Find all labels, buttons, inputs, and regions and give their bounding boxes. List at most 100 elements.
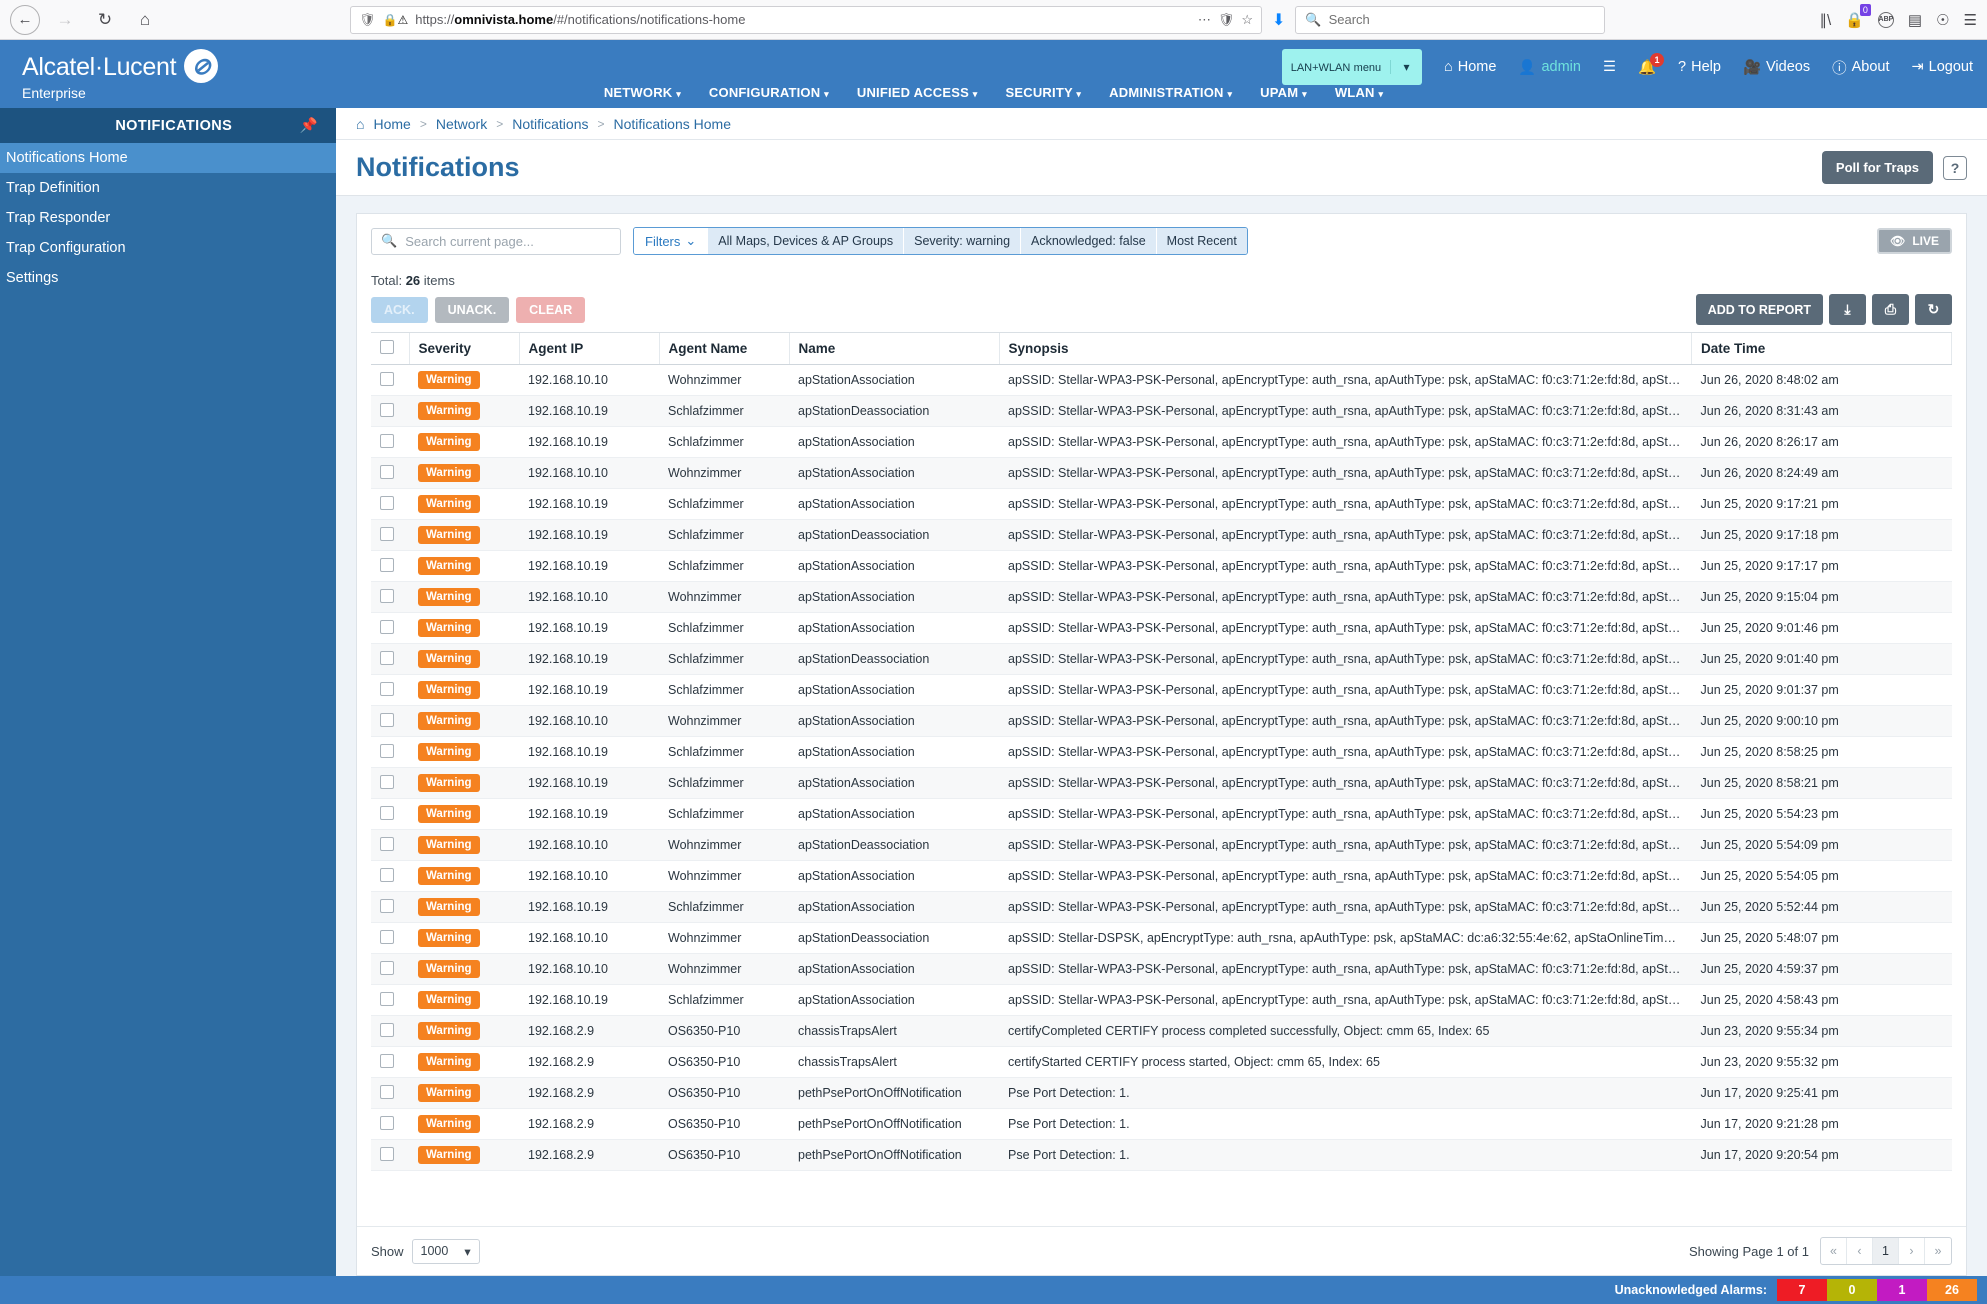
library-icon[interactable]: ∥\ xyxy=(1820,11,1832,29)
filter-chip-acknowledged[interactable]: Acknowledged: false xyxy=(1020,228,1156,254)
breadcrumb-notifications[interactable]: Notifications xyxy=(512,116,588,132)
add-to-report-button[interactable]: ADD TO REPORT xyxy=(1695,294,1823,325)
table-row[interactable]: Warning 192.168.10.10 Wohnzimmer apStationA… xyxy=(371,705,1952,737)
table-row[interactable]: Warning 192.168.2.9 OS6350-P10 pethPsePortO… xyxy=(371,1108,1952,1140)
menu-hamburger-icon[interactable]: ☰ xyxy=(1964,11,1977,29)
column-header-agent-ip[interactable]: Agent IP xyxy=(519,333,660,365)
table-row[interactable]: Warning 192.168.10.19 Schlafzimmer apStatio… xyxy=(371,674,1952,706)
column-header-synopsis[interactable]: Synopsis xyxy=(999,333,1692,365)
url-bar[interactable]: 🛡 🔒⚠ https://omnivista.home/#/notificati… xyxy=(350,5,1262,34)
bookmark-star-icon[interactable]: ☆ xyxy=(1241,12,1253,28)
row-checkbox[interactable] xyxy=(380,1022,394,1037)
table-row[interactable]: Warning 192.168.10.10 Wohnzimmer apStationA… xyxy=(371,581,1952,613)
sidebar-item-settings[interactable]: Settings xyxy=(0,263,336,293)
menu-wlan[interactable]: WLAN ▾ xyxy=(1335,85,1383,100)
row-checkbox[interactable] xyxy=(380,557,394,572)
table-row[interactable]: Warning 192.168.10.19 Schlafzimmer apStatio… xyxy=(371,736,1952,768)
table-row[interactable]: Warning 192.168.10.19 Schlafzimmer apStatio… xyxy=(371,767,1952,799)
table-row[interactable]: Warning 192.168.10.10 Wohnzimmer apStationA… xyxy=(371,457,1952,489)
menu-upam[interactable]: UPAM ▾ xyxy=(1260,85,1307,100)
poll-for-traps-button[interactable]: Poll for Traps xyxy=(1821,151,1933,184)
row-checkbox[interactable] xyxy=(380,650,394,665)
browser-reload-icon[interactable]: ↻ xyxy=(90,5,120,35)
page-next-button[interactable]: › xyxy=(1899,1238,1925,1264)
table-row[interactable]: Warning 192.168.2.9 OS6350-P10 pethPsePortO… xyxy=(371,1139,1952,1171)
filter-chip-severity[interactable]: Severity: warning xyxy=(903,228,1021,254)
page-size-select[interactable]: 1000 ▾ xyxy=(411,1238,480,1264)
column-header-name[interactable]: Name xyxy=(789,333,1000,365)
filters-dropdown[interactable]: Filters ⌄ xyxy=(634,228,708,254)
table-row[interactable]: Warning 192.168.10.19 Schlafzimmer apStatio… xyxy=(371,984,1952,1016)
sidebar-item-trap-definition[interactable]: Trap Definition xyxy=(0,173,336,203)
row-checkbox[interactable] xyxy=(380,433,394,448)
alarm-count-badge[interactable]: 7 xyxy=(1777,1279,1827,1301)
row-checkbox[interactable] xyxy=(380,1053,394,1068)
downloads-extension-icon[interactable]: 🔒 0 xyxy=(1845,3,1871,29)
sidebar-item-trap-responder[interactable]: Trap Responder xyxy=(0,203,336,233)
header-logout-link[interactable]: ⇥ Logout xyxy=(1911,59,1973,75)
table-row[interactable]: Warning 192.168.10.19 Schlafzimmer apStatio… xyxy=(371,891,1952,923)
page-current[interactable]: 1 xyxy=(1873,1238,1899,1264)
row-checkbox[interactable] xyxy=(380,402,394,417)
page-actions-icon[interactable]: ⋯ xyxy=(1198,12,1211,28)
table-row[interactable]: Warning 192.168.10.10 Wohnzimmer apStationD… xyxy=(371,922,1952,954)
table-row[interactable]: Warning 192.168.10.19 Schlafzimmer apStatio… xyxy=(371,612,1952,644)
browser-forward-icon[interactable]: → xyxy=(50,5,80,35)
table-row[interactable]: Warning 192.168.10.10 Wohnzimmer apStationA… xyxy=(371,364,1952,396)
row-checkbox[interactable] xyxy=(380,1115,394,1130)
page-prev-button[interactable]: ‹ xyxy=(1847,1238,1873,1264)
print-icon[interactable]: ⎙ xyxy=(1872,294,1909,325)
row-checkbox[interactable] xyxy=(380,836,394,851)
breadcrumb-network[interactable]: Network xyxy=(436,116,487,132)
column-header-severity[interactable]: Severity xyxy=(409,333,520,365)
alarm-count-badge[interactable]: 0 xyxy=(1827,1279,1877,1301)
row-checkbox[interactable] xyxy=(380,681,394,696)
downloads-icon[interactable]: ⬇ xyxy=(1272,10,1285,30)
row-checkbox[interactable] xyxy=(380,1084,394,1099)
help-icon[interactable]: ? xyxy=(1943,155,1967,180)
row-checkbox[interactable] xyxy=(380,929,394,944)
header-videos-link[interactable]: 🎥 Videos xyxy=(1743,59,1810,76)
row-checkbox[interactable] xyxy=(380,712,394,727)
page-first-button[interactable]: « xyxy=(1821,1238,1847,1264)
row-checkbox[interactable] xyxy=(380,371,394,386)
row-checkbox[interactable] xyxy=(380,805,394,820)
row-checkbox[interactable] xyxy=(380,588,394,603)
row-checkbox[interactable] xyxy=(380,619,394,634)
row-checkbox[interactable] xyxy=(380,774,394,789)
row-checkbox[interactable] xyxy=(380,464,394,479)
table-row[interactable]: Warning 192.168.10.19 Schlafzimmer apStatio… xyxy=(371,488,1952,520)
table-row[interactable]: Warning 192.168.2.9 OS6350-P10 chassisTraps… xyxy=(371,1046,1952,1078)
table-row[interactable]: Warning 192.168.10.10 Wohnzimmer apStationA… xyxy=(371,953,1952,985)
filter-chip-scope[interactable]: All Maps, Devices & AP Groups xyxy=(707,228,904,254)
row-checkbox[interactable] xyxy=(380,743,394,758)
ack-button[interactable]: ACK. xyxy=(371,296,428,323)
menu-security[interactable]: SECURITY ▾ xyxy=(1006,85,1082,100)
browser-back-icon[interactable]: ← xyxy=(10,4,40,35)
row-checkbox[interactable] xyxy=(380,526,394,541)
header-about-link[interactable]: ⓘ About xyxy=(1832,57,1889,78)
account-icon[interactable]: ☉ xyxy=(1936,11,1949,29)
search-input[interactable]: 🔍 Search current page... xyxy=(371,227,621,255)
table-row[interactable]: Warning 192.168.10.19 Schlafzimmer apStatio… xyxy=(371,426,1952,458)
table-row[interactable]: Warning 192.168.10.19 Schlafzimmer apStatio… xyxy=(371,798,1952,830)
reader-shield-icon[interactable]: 🛡 xyxy=(1218,12,1235,28)
column-header-date-time[interactable]: Date Time xyxy=(1691,333,1952,365)
browser-search-input[interactable]: 🔍 Search xyxy=(1295,5,1606,34)
live-toggle-button[interactable]: 👁 LIVE xyxy=(1877,228,1952,254)
table-row[interactable]: Warning 192.168.10.10 Wohnzimmer apStationD… xyxy=(371,829,1952,861)
menu-administration[interactable]: ADMINISTRATION ▾ xyxy=(1109,85,1232,100)
clear-button[interactable]: CLEAR xyxy=(516,296,586,323)
adblock-icon[interactable]: ABP xyxy=(1877,11,1894,28)
menu-configuration[interactable]: CONFIGURATION ▾ xyxy=(709,85,829,100)
table-row[interactable]: Warning 192.168.10.10 Wohnzimmer apStationA… xyxy=(371,860,1952,892)
download-icon[interactable]: ⤓ xyxy=(1829,294,1866,325)
table-row[interactable]: Warning 192.168.2.9 OS6350-P10 chassisTraps… xyxy=(371,1015,1952,1047)
column-header-agent-name[interactable]: Agent Name xyxy=(659,333,790,365)
menu-network[interactable]: NETWORK ▾ xyxy=(604,85,681,100)
alarm-count-badge[interactable]: 1 xyxy=(1877,1279,1927,1301)
select-all-checkbox[interactable] xyxy=(380,340,394,354)
page-last-button[interactable]: » xyxy=(1925,1238,1951,1264)
sidebar-item-trap-configuration[interactable]: Trap Configuration xyxy=(0,233,336,263)
table-row[interactable]: Warning 192.168.2.9 OS6350-P10 pethPsePortO… xyxy=(371,1077,1952,1109)
